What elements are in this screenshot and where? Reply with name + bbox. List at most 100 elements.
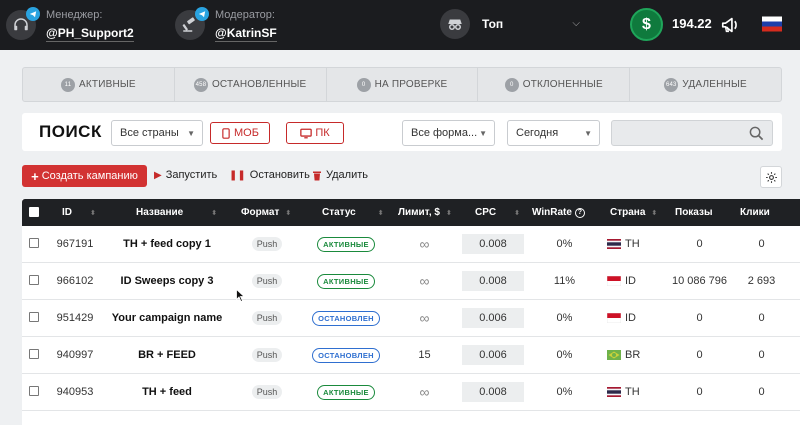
help-icon[interactable]: ? xyxy=(574,207,585,218)
tab-deleted[interactable]: 643 УДАЛЕННЫЕ xyxy=(630,68,781,101)
manager-name-link[interactable]: @PH_Support2 xyxy=(46,25,134,42)
limit-value[interactable]: ∞ xyxy=(412,226,437,262)
country-cell: TH xyxy=(607,374,657,410)
search-title: ПОИСК xyxy=(39,122,102,141)
search-input[interactable] xyxy=(611,120,773,146)
column-name[interactable]: Название ⬍ xyxy=(136,199,228,226)
incognito-icon xyxy=(440,9,470,39)
column-country[interactable]: Страна ⬍ xyxy=(610,199,680,226)
column-limit[interactable]: Лимит, $ ⬍ xyxy=(398,199,468,226)
date-select[interactable]: Сегодня ▼ xyxy=(507,120,600,146)
table-row[interactable]: 966102 ID Sweeps copy 3 Push АКТИВНЫЕ ∞ … xyxy=(22,263,800,300)
search-panel: ПОИСК Все страны ▼ МОБ ПК Все форма... ▼… xyxy=(22,113,782,151)
tier-select-value: Топ xyxy=(482,17,504,31)
cpc-input[interactable]: 0.008 xyxy=(462,271,524,291)
winrate-value: 0% xyxy=(556,312,573,324)
mobile-icon xyxy=(222,127,230,139)
status-badge: АКТИВНЫЕ xyxy=(315,374,377,410)
country-cell: ID xyxy=(607,300,657,336)
table-row[interactable]: 967191 TH + feed copy 1 Push АКТИВНЫЕ ∞ … xyxy=(22,226,800,263)
stop-label: Остановить xyxy=(249,169,310,181)
column-impressions-label: Показы xyxy=(675,207,713,218)
tab-stopped[interactable]: 458 ОСТАНОВЛЕННЫЕ xyxy=(175,68,327,101)
stop-button[interactable]: ❚❚ Остановить xyxy=(229,169,310,181)
mobile-filter-button[interactable]: МОБ xyxy=(210,122,270,144)
tab-count-badge: 458 xyxy=(193,77,208,92)
russia-flag-icon[interactable] xyxy=(762,16,782,32)
format-select[interactable]: Все форма... ▼ xyxy=(402,120,495,146)
row-checkbox[interactable] xyxy=(29,275,39,285)
row-checkbox[interactable] xyxy=(29,312,39,322)
start-button[interactable]: ▶ Запустить xyxy=(154,169,217,181)
cpc-input[interactable]: 0.008 xyxy=(462,382,524,402)
limit-value[interactable]: 15 xyxy=(412,337,437,373)
gear-icon xyxy=(765,171,777,183)
dollar-icon[interactable]: $ xyxy=(630,8,663,41)
tab-rejected[interactable]: 0 ОТКЛОНЕННЫЕ xyxy=(478,68,631,101)
row-checkbox[interactable] xyxy=(29,238,39,248)
campaign-name-link[interactable]: TH + feed xyxy=(102,374,232,410)
megaphone-icon[interactable] xyxy=(720,14,742,36)
campaign-name-link[interactable]: Your campaign name xyxy=(102,300,232,336)
cpc-input[interactable]: 0.006 xyxy=(462,345,524,365)
brazil-flag-icon xyxy=(607,350,621,360)
table-row[interactable]: 940997 BR + FEED Push ОСТАНОВЛЕН 15 0.00… xyxy=(22,337,800,374)
status-badge: АКТИВНЫЕ xyxy=(315,263,377,299)
select-all-checkbox[interactable] xyxy=(29,207,39,217)
search-icon[interactable] xyxy=(749,126,764,141)
tab-under-review[interactable]: 0 НА ПРОВЕРКЕ xyxy=(327,68,479,101)
format-badge: Push xyxy=(242,226,292,262)
table-row[interactable] xyxy=(22,411,800,425)
column-id[interactable]: ID ⬍ xyxy=(62,199,120,226)
tier-select[interactable]: Топ ⌵ xyxy=(440,8,588,40)
thailand-flag-icon xyxy=(607,239,621,249)
balance-value: 194.22 xyxy=(672,16,712,31)
status-badge: АКТИВНЫЕ xyxy=(315,226,377,262)
thailand-flag-icon xyxy=(607,387,621,397)
cpc-input[interactable]: 0.008 xyxy=(462,234,524,254)
country-select[interactable]: Все страны ▼ xyxy=(111,120,203,146)
moderator-name-link[interactable]: @KatrinSF xyxy=(215,25,277,42)
row-checkbox[interactable] xyxy=(29,386,39,396)
sort-icon: ⬍ xyxy=(211,209,218,217)
limit-value[interactable]: ∞ xyxy=(412,300,437,336)
limit-value[interactable]: ∞ xyxy=(412,374,437,410)
delete-button[interactable]: Удалить xyxy=(312,169,368,181)
tab-active[interactable]: 11 АКТИВНЫЕ xyxy=(23,68,175,101)
column-impressions[interactable]: Показы xyxy=(675,199,735,226)
column-clicks-label: Клики xyxy=(740,207,770,218)
winrate-value: 0% xyxy=(556,238,573,250)
moderator-contact[interactable]: Модератор: @KatrinSF xyxy=(175,0,277,50)
column-format[interactable]: Формат ⬍ xyxy=(241,199,301,226)
create-campaign-button[interactable]: + Создать кампанию xyxy=(22,165,147,187)
clicks-value: 0 xyxy=(758,349,765,361)
country-code: ID xyxy=(625,275,636,287)
country-cell: BR xyxy=(607,337,657,373)
clicks-value: 2 693 xyxy=(747,275,776,287)
campaign-name-link[interactable]: BR + FEED xyxy=(102,337,232,373)
cpc-input[interactable]: 0.006 xyxy=(462,308,524,328)
table-row[interactable]: 951429 Your campaign name Push ОСТАНОВЛЕ… xyxy=(22,300,800,337)
table-row[interactable]: 940953 TH + feed Push АКТИВНЫЕ ∞ 0.008 0… xyxy=(22,374,800,411)
indonesia-flag-icon xyxy=(607,276,621,286)
table-settings-button[interactable] xyxy=(760,166,782,188)
desktop-filter-button[interactable]: ПК xyxy=(286,122,344,144)
tab-label: АКТИВНЫЕ xyxy=(78,79,136,90)
campaign-name-link[interactable]: ID Sweeps copy 3 xyxy=(102,263,232,299)
column-status[interactable]: Статус ⬍ xyxy=(322,199,402,226)
status-badge-label: ОСТАНОВЛЕН xyxy=(312,347,380,363)
tab-count-badge: 0 xyxy=(356,77,371,92)
status-badge: ОСТАНОВЛЕН xyxy=(312,337,380,373)
chevron-down-icon: ▼ xyxy=(187,129,195,138)
create-campaign-label: Создать кампанию xyxy=(41,170,138,182)
tab-count-badge: 643 xyxy=(664,77,679,92)
column-clicks[interactable]: Клики xyxy=(740,199,800,226)
tab-label: ОТКЛОНЕННЫЕ xyxy=(522,79,603,90)
sort-icon: ⬍ xyxy=(651,209,658,217)
limit-value[interactable]: ∞ xyxy=(412,263,437,299)
campaign-name-link[interactable]: TH + feed copy 1 xyxy=(102,226,232,262)
row-checkbox[interactable] xyxy=(29,349,39,359)
column-winrate[interactable]: WinRate? xyxy=(532,199,612,226)
country-cell: TH xyxy=(607,226,657,262)
manager-contact[interactable]: Менеджер: @PH_Support2 xyxy=(6,0,134,50)
